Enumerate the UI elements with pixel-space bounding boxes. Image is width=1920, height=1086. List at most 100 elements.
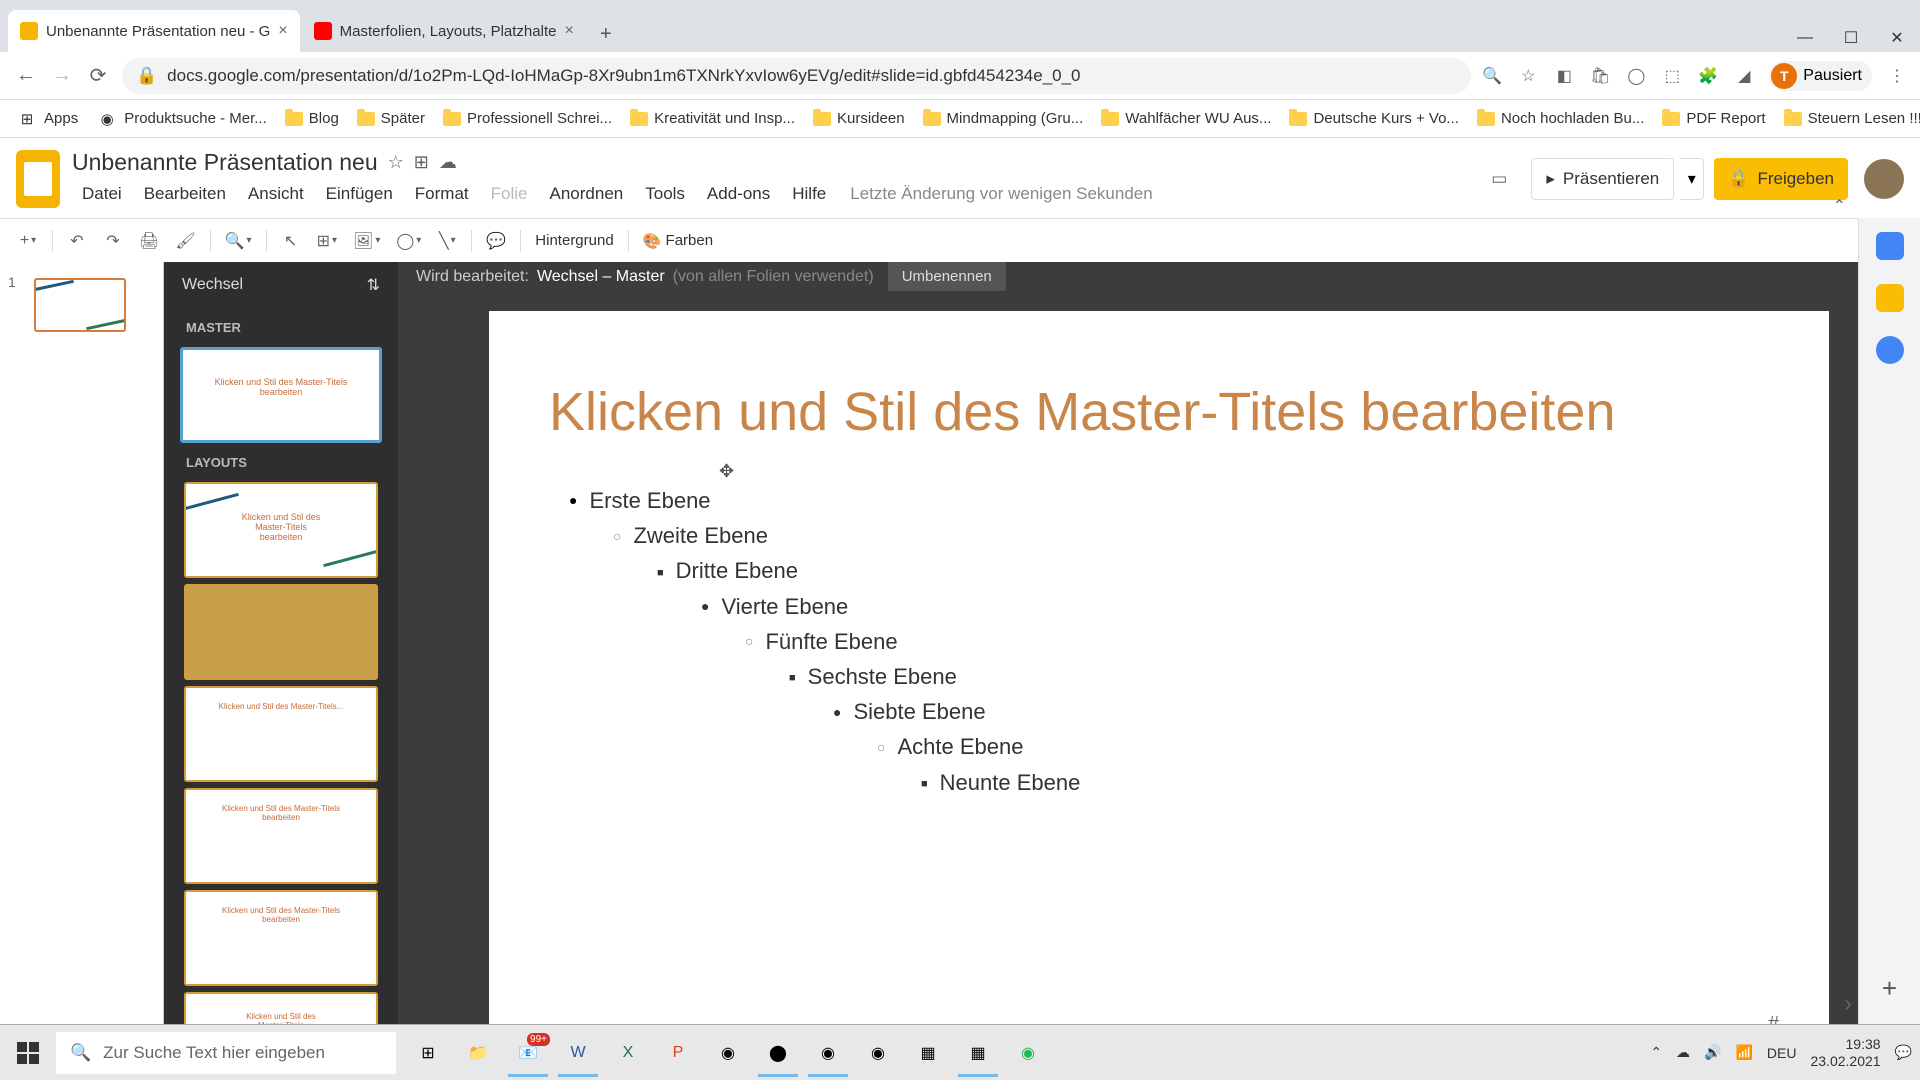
zoom-icon[interactable]: 🔍 xyxy=(1477,61,1507,91)
rename-button[interactable]: Umbenennen xyxy=(888,262,1006,291)
menu-icon[interactable]: ⋮ xyxy=(1882,61,1912,91)
bookmark-folder[interactable]: Professionell Schrei... xyxy=(435,106,620,131)
image-tool[interactable]: 🖼▾ xyxy=(347,225,386,257)
theme-dropdown-icon[interactable]: ⇅ xyxy=(367,275,380,295)
profile-chip[interactable]: T Pausiert xyxy=(1769,61,1872,91)
shape-tool[interactable]: ◯▾ xyxy=(390,225,427,257)
slides-logo[interactable] xyxy=(16,150,60,208)
layout-thumbnail[interactable]: Klicken und Stil desMaster-Titelsbearbei… xyxy=(184,992,378,1024)
bookmark-folder[interactable]: Kreativität und Insp... xyxy=(622,106,803,131)
layout-thumbnail[interactable]: Klicken und Stil desMaster-Titelsbearbei… xyxy=(184,482,378,578)
new-slide-button[interactable]: +▾ xyxy=(12,225,44,257)
menu-anordnen[interactable]: Anordnen xyxy=(540,180,634,208)
tasks-icon[interactable] xyxy=(1876,336,1904,364)
powerpoint-icon[interactable]: P xyxy=(654,1029,702,1077)
extension-icon[interactable]: ◧ xyxy=(1549,61,1579,91)
comment-tool[interactable]: 💬 xyxy=(480,225,512,257)
extension-icon[interactable]: 🛍 xyxy=(1585,61,1615,91)
puzzle-icon[interactable]: 🧩 xyxy=(1693,61,1723,91)
add-addon-button[interactable]: + xyxy=(1882,973,1897,1004)
print-button[interactable]: 🖨 xyxy=(133,225,165,257)
apps-button[interactable]: ⊞Apps xyxy=(8,104,86,134)
obs-icon[interactable]: ⬤ xyxy=(754,1029,802,1077)
present-dropdown[interactable]: ▾ xyxy=(1680,158,1704,200)
task-view-button[interactable]: ⊞ xyxy=(404,1029,452,1077)
menu-format[interactable]: Format xyxy=(405,180,479,208)
tray-chevron[interactable]: ⌃ xyxy=(1650,1044,1662,1061)
taskbar-search[interactable]: 🔍 Zur Suche Text hier eingeben xyxy=(56,1032,396,1074)
share-button[interactable]: 🔒 Freigeben xyxy=(1714,158,1848,200)
star-icon[interactable]: ☆ xyxy=(1513,61,1543,91)
undo-button[interactable]: ↶ xyxy=(61,225,93,257)
app-icon[interactable]: ▦ xyxy=(954,1029,1002,1077)
cloud-tray-icon[interactable]: ☁ xyxy=(1676,1044,1690,1061)
volume-tray-icon[interactable]: 🔊 xyxy=(1704,1044,1721,1061)
redo-button[interactable]: ↷ xyxy=(97,225,129,257)
select-tool[interactable]: ↖ xyxy=(275,225,307,257)
collapse-toolbar-button[interactable]: ⌃ xyxy=(1833,196,1846,216)
menu-tools[interactable]: Tools xyxy=(635,180,695,208)
browser-tab-active[interactable]: Unbenannte Präsentation neu - G × xyxy=(8,10,300,52)
app-icon[interactable]: ▦ xyxy=(904,1029,952,1077)
colors-button[interactable]: 🎨 Farben xyxy=(637,225,719,257)
menu-ansicht[interactable]: Ansicht xyxy=(238,180,314,208)
bookmark-item[interactable]: ◉Produktsuche - Mer... xyxy=(88,104,275,134)
menu-folie[interactable]: Folie xyxy=(481,180,538,208)
extension-icon[interactable]: ◯ xyxy=(1621,61,1651,91)
user-avatar[interactable] xyxy=(1864,159,1904,199)
start-button[interactable] xyxy=(0,1025,56,1081)
present-button[interactable]: ▸ Präsentieren xyxy=(1531,158,1674,200)
explorer-icon[interactable]: 📁 xyxy=(454,1029,502,1077)
close-icon[interactable]: × xyxy=(564,22,573,40)
back-button[interactable]: ← xyxy=(8,58,44,94)
forward-button[interactable]: → xyxy=(44,58,80,94)
last-edit-text[interactable]: Letzte Änderung vor wenigen Sekunden xyxy=(850,184,1152,204)
document-title[interactable]: Unbenannte Präsentation neu xyxy=(72,149,378,176)
master-thumbnail[interactable]: Klicken und Stil des Master-Titels bearb… xyxy=(180,347,382,443)
layout-thumbnail[interactable]: Klicken und Stil des Master-Titels... xyxy=(184,686,378,782)
spotify-icon[interactable]: ◉ xyxy=(1004,1029,1052,1077)
keep-icon[interactable] xyxy=(1876,284,1904,312)
bookmark-folder[interactable]: PDF Report xyxy=(1654,106,1773,131)
menu-hilfe[interactable]: Hilfe xyxy=(782,180,836,208)
menu-datei[interactable]: Datei xyxy=(72,180,132,208)
extension-icon[interactable]: ◢ xyxy=(1729,61,1759,91)
browser-tab-inactive[interactable]: Masterfolien, Layouts, Platzhalte × xyxy=(302,10,586,52)
bookmark-folder[interactable]: Mindmapping (Gru... xyxy=(915,106,1092,131)
close-icon[interactable]: × xyxy=(278,22,287,40)
clock[interactable]: 19:38 23.02.2021 xyxy=(1810,1036,1880,1070)
app-icon[interactable]: ◉ xyxy=(704,1029,752,1077)
close-window-button[interactable]: ✕ xyxy=(1874,24,1920,52)
menu-addons[interactable]: Add-ons xyxy=(697,180,780,208)
star-icon[interactable]: ☆ xyxy=(388,152,404,173)
new-tab-button[interactable]: + xyxy=(588,16,624,52)
wifi-tray-icon[interactable]: 📶 xyxy=(1735,1044,1752,1061)
extension-icon[interactable]: ⬚ xyxy=(1657,61,1687,91)
notifications-button[interactable]: 💬 xyxy=(1895,1044,1912,1061)
slide-thumbnail[interactable] xyxy=(34,278,126,332)
bookmark-folder[interactable]: Kursideen xyxy=(805,106,913,131)
bookmark-folder[interactable]: Deutsche Kurs + Vo... xyxy=(1281,106,1467,131)
bookmark-folder[interactable]: Blog xyxy=(277,106,347,131)
background-button[interactable]: Hintergrund xyxy=(529,225,619,257)
explore-button[interactable]: › xyxy=(1844,990,1852,1018)
excel-icon[interactable]: X xyxy=(604,1029,652,1077)
language-indicator[interactable]: DEU xyxy=(1767,1045,1797,1061)
mail-icon[interactable]: 📧99+ xyxy=(504,1029,552,1077)
bookmark-folder[interactable]: Noch hochladen Bu... xyxy=(1469,106,1652,131)
cloud-icon[interactable]: ☁ xyxy=(439,152,457,173)
bookmark-folder[interactable]: Steuern Lesen !!!! xyxy=(1776,106,1920,131)
menu-einfuegen[interactable]: Einfügen xyxy=(316,180,403,208)
reload-button[interactable]: ⟳ xyxy=(80,58,116,94)
chrome-icon[interactable]: ◉ xyxy=(804,1029,852,1077)
layout-thumbnail[interactable]: Klicken und Stil des Master-Titelsbearbe… xyxy=(184,890,378,986)
edge-icon[interactable]: ◉ xyxy=(854,1029,902,1077)
paint-format-button[interactable]: 🖌 xyxy=(169,225,201,257)
calendar-icon[interactable] xyxy=(1876,232,1904,260)
line-tool[interactable]: ╲▾ xyxy=(431,225,463,257)
master-title-placeholder[interactable]: Klicken und Stil des Master-Titels bearb… xyxy=(549,381,1769,443)
comments-button[interactable]: ▭ xyxy=(1477,158,1521,200)
url-input[interactable]: 🔒 docs.google.com/presentation/d/1o2Pm-L… xyxy=(122,58,1471,94)
bookmark-folder[interactable]: Später xyxy=(349,106,433,131)
move-icon[interactable]: ⊞ xyxy=(414,152,429,173)
